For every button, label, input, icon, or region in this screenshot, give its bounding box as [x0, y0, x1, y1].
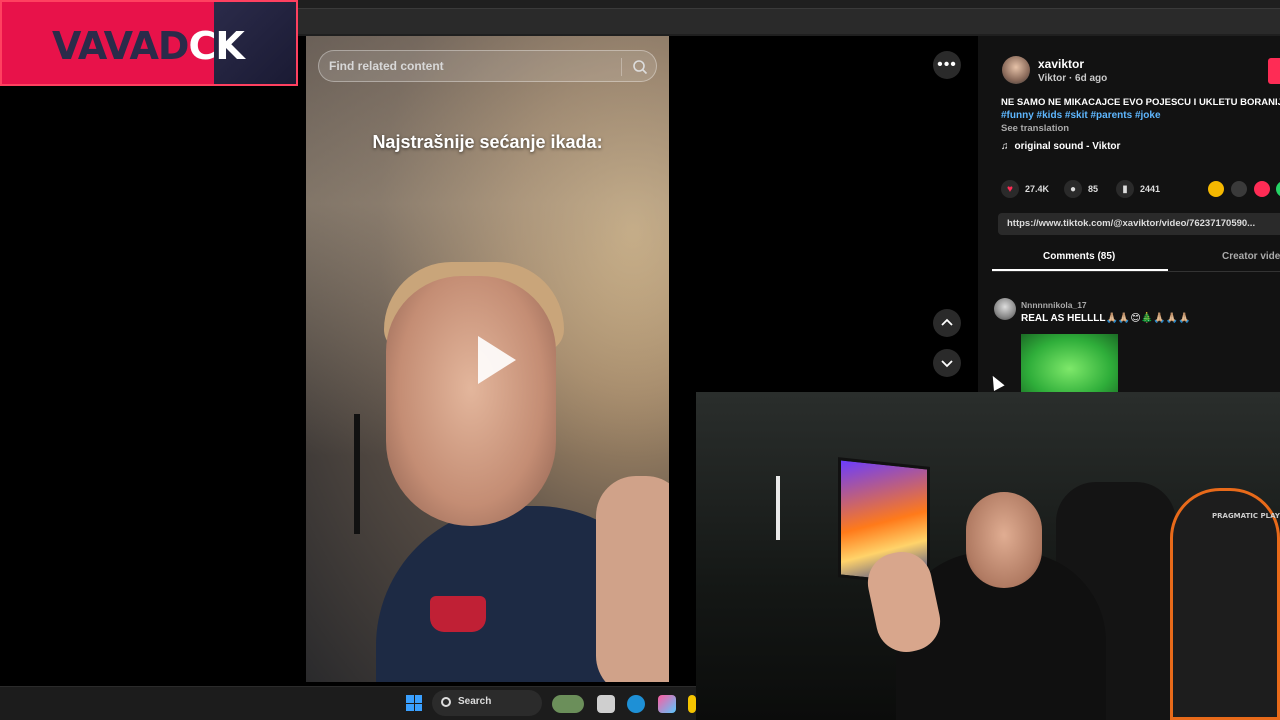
comment-count: 85 [1088, 184, 1099, 194]
post-details-panel: xaviktor Viktor · 6d ago NE SAMO NE MIKA… [978, 36, 1280, 392]
video-shirt-logo [430, 596, 486, 632]
follow-button[interactable] [1268, 58, 1280, 84]
webcam-gaming-chair [1170, 488, 1280, 720]
more-options-button[interactable]: ••• [933, 51, 961, 79]
share-app-icon[interactable] [1254, 181, 1270, 197]
next-video-button[interactable] [933, 349, 961, 377]
comment-icon: ● [1064, 180, 1082, 198]
music-note-icon: ♫ [1001, 141, 1009, 152]
video-lamp [354, 414, 360, 534]
video-caption: Najstrašnije sećanje ikada: [372, 132, 603, 152]
video-person-face [386, 276, 556, 526]
related-search-input[interactable] [329, 51, 609, 81]
related-search-bar[interactable] [318, 50, 657, 82]
post-description: NE SAMO NE MIKACAJCE EVO POJESCU I UKLET… [1001, 97, 1280, 108]
taskbar-search-label: Search [458, 696, 492, 707]
bookmark-icon: ▮ [1116, 180, 1134, 198]
file-explorer-icon[interactable] [688, 695, 696, 713]
comment-avatar[interactable] [994, 298, 1016, 320]
chair-brand-label: PRAGMATIC PLAY [1212, 512, 1280, 520]
see-translation-link[interactable]: See translation [1001, 123, 1069, 134]
browser-top-bar [298, 0, 1280, 36]
creator-username[interactable]: xaviktor [1038, 57, 1084, 71]
chevron-up-icon [941, 318, 953, 326]
previous-video-button[interactable] [933, 309, 961, 337]
taskbar-widget-icon[interactable] [552, 695, 584, 713]
video-player[interactable]: Najstrašnije sećanje ikada: [306, 36, 669, 682]
task-view-icon[interactable] [597, 695, 615, 713]
like-button[interactable]: ♥ 27.4K [1001, 180, 1049, 198]
tab-creator-videos[interactable]: Creator vide [1222, 251, 1280, 262]
video-link-field[interactable]: https://www.tiktok.com/@xaviktor/video/7… [998, 213, 1280, 235]
search-separator [621, 58, 622, 76]
taskbar-search-icon [441, 697, 451, 707]
logo-text-dark: VAVAD [52, 24, 189, 68]
play-icon[interactable] [478, 336, 516, 384]
windows-start-icon[interactable] [406, 695, 422, 711]
post-hashtags[interactable]: #funny #kids #skit #parents #joke [1001, 110, 1161, 121]
comment-button[interactable]: ● 85 [1064, 180, 1098, 198]
logo-wordmark: VAVADCK [52, 24, 245, 68]
browser-address-strip[interactable] [298, 8, 1280, 34]
more-options-icon: ••• [937, 56, 957, 73]
sound-link[interactable]: ♫ original sound - Viktor [1001, 141, 1120, 152]
taskbar-search[interactable]: Search [432, 690, 542, 716]
save-button[interactable]: ▮ 2441 [1116, 180, 1160, 198]
tab-active-indicator [992, 269, 1168, 271]
comment-text: REAL AS HELLLL🙏🏼🙏🏼😊🎄🙏🏼🙏🏼🙏🏼 [1021, 313, 1191, 324]
copilot-icon[interactable] [658, 695, 676, 713]
like-count: 27.4K [1025, 184, 1050, 194]
tab-comments[interactable]: Comments (85) [1043, 251, 1115, 262]
heart-icon: ♥ [1001, 180, 1019, 198]
windows-taskbar: Search [0, 686, 696, 720]
tab-divider [992, 271, 1280, 272]
embed-icon[interactable] [1231, 181, 1247, 197]
logo-text-light: CK [188, 24, 244, 68]
stream-logo-overlay: VAVADCK [0, 0, 298, 86]
webcam-streamer-face [966, 492, 1042, 588]
video-person-hand [596, 476, 669, 682]
creator-avatar[interactable] [1002, 56, 1030, 84]
sound-label: original sound - Viktor [1014, 141, 1121, 152]
whatsapp-icon[interactable] [1276, 181, 1280, 197]
webcam-overlay: PRAGMATIC PLAY [696, 392, 1280, 720]
share-friends-icon[interactable] [1208, 181, 1224, 197]
edge-browser-icon[interactable] [627, 695, 645, 713]
webcam-light-bar [776, 476, 780, 540]
search-icon[interactable] [631, 58, 649, 76]
creator-subline: Viktor · 6d ago [1038, 73, 1108, 84]
comment-username[interactable]: Nnnnnnikola_17 [1021, 300, 1087, 310]
save-count: 2441 [1140, 184, 1161, 194]
comment-sticker-image [1021, 334, 1118, 392]
chevron-down-icon [941, 360, 953, 368]
